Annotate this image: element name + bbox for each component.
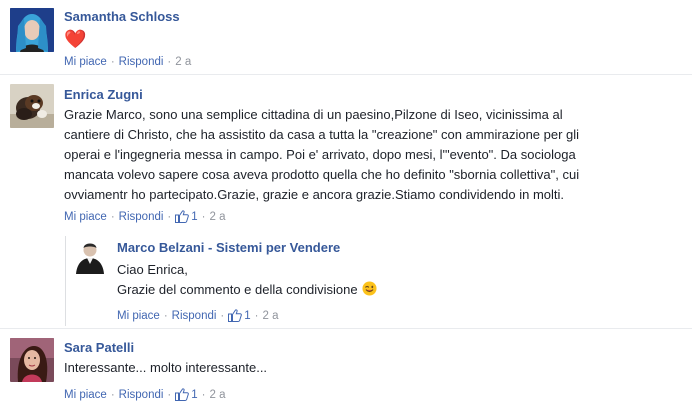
timestamp[interactable]: 2 a [210, 211, 226, 223]
separator: · [167, 210, 172, 223]
like-count[interactable]: 1 [191, 389, 197, 401]
like-button[interactable]: Mi piace [64, 389, 107, 401]
comment-actions: Mi piace · Rispondi · 2 a [64, 56, 191, 68]
comment-author[interactable]: Samantha Schloss [64, 9, 180, 24]
separator: · [110, 388, 115, 401]
avatar[interactable] [10, 8, 54, 52]
reply-button[interactable]: Rispondi [172, 310, 217, 322]
separator: · [254, 309, 259, 322]
avatar[interactable] [10, 338, 54, 382]
like-button[interactable]: Mi piace [64, 56, 107, 68]
comment-text-fragment: Grazie del commento e della condivisione [117, 282, 358, 297]
comment-text-line: cantiere di Christo, che ha assistito da… [64, 127, 580, 142]
divider [0, 328, 692, 329]
comment-actions: Mi piace · Rispondi · 1 · 2 a [64, 210, 226, 223]
comment-reaction: ❤️ [64, 29, 86, 51]
timestamp[interactable]: 2 a [263, 310, 279, 322]
separator: · [167, 388, 172, 401]
reply-thread-line [65, 236, 66, 326]
comment-actions: Mi piace · Rispondi · 1 · 2 a [117, 309, 279, 322]
thumbs-up-icon[interactable] [228, 309, 243, 322]
comment-text: Grazie Marco, sono una semplice cittadin… [64, 105, 579, 205]
separator: · [163, 309, 168, 322]
comment-text-line: ovviamentr ho partecipato.Grazie, grazie… [64, 187, 565, 202]
timestamp[interactable]: 2 a [175, 56, 191, 68]
separator: · [220, 309, 225, 322]
like-button[interactable]: Mi piace [64, 211, 107, 223]
comment-author[interactable]: Sara Patelli [64, 340, 134, 355]
comment-text-line: Grazie del commento e della condivisione [117, 280, 377, 300]
comment-actions: Mi piace · Rispondi · 1 · 2 a [64, 388, 226, 401]
thumbs-up-icon[interactable] [175, 388, 190, 401]
like-button[interactable]: Mi piace [117, 310, 160, 322]
comment-text-line: Grazie Marco, sono una semplice cittadin… [64, 107, 563, 122]
avatar[interactable] [72, 238, 108, 274]
wink-emoji-icon [362, 281, 377, 296]
separator: · [201, 210, 206, 223]
separator: · [167, 56, 172, 68]
comment-text: Interessante... molto interessante... [64, 358, 267, 378]
avatar[interactable] [10, 84, 54, 128]
like-count[interactable]: 1 [244, 310, 250, 322]
heart-icon: ❤️ [64, 29, 87, 49]
thumbs-up-icon[interactable] [175, 210, 190, 223]
like-count[interactable]: 1 [191, 211, 197, 223]
separator: · [201, 388, 206, 401]
reply-button[interactable]: Rispondi [119, 56, 164, 68]
comment-text: Ciao Enrica, Grazie del commento e della… [117, 260, 377, 300]
separator: · [110, 210, 115, 223]
comment-text-line: Ciao Enrica, [117, 262, 188, 277]
reply-button[interactable]: Rispondi [119, 389, 164, 401]
comment-author[interactable]: Marco Belzani - Sistemi per Vendere [117, 240, 340, 255]
comment-author[interactable]: Enrica Zugni [64, 87, 143, 102]
reply-button[interactable]: Rispondi [119, 211, 164, 223]
separator: · [110, 56, 115, 68]
comment-text-line: Interessante... molto interessante... [64, 360, 268, 375]
comment-text-line: mancata volevo sapere cosa aveva prodott… [64, 167, 580, 182]
timestamp[interactable]: 2 a [210, 389, 226, 401]
divider [0, 74, 692, 75]
comment-text-line: operai e l'ingegneria messa in campo. Po… [64, 147, 576, 162]
